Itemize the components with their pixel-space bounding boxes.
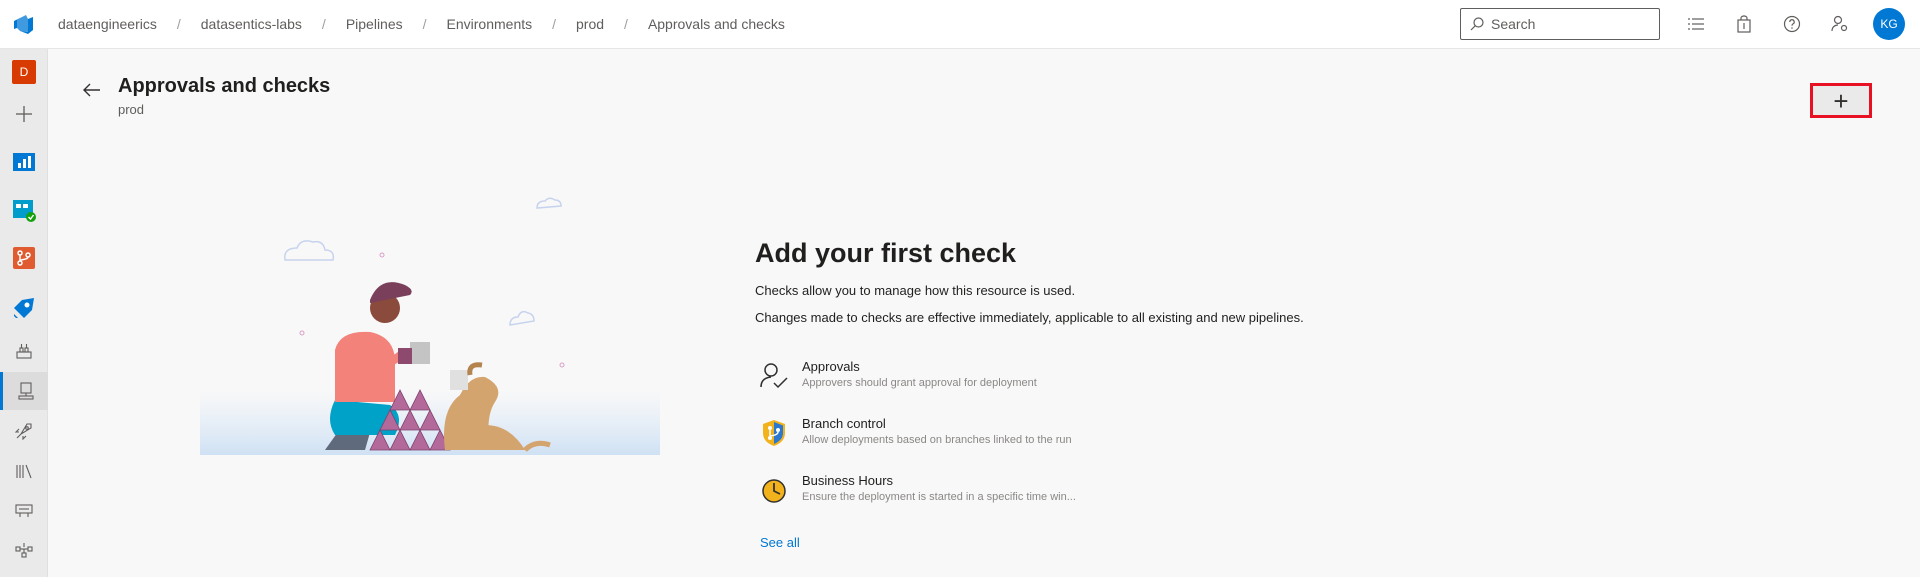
page-title: Approvals and checks <box>118 75 331 97</box>
check-name: Business Hours <box>802 473 894 488</box>
left-navigation-rail: D <box>0 49 48 577</box>
top-bar: dataengineerics / datasentics-labs / Pip… <box>0 0 1920 49</box>
breadcrumb-environments[interactable]: Environments <box>437 16 543 32</box>
user-settings-icon[interactable] <box>1828 12 1852 36</box>
search-box[interactable] <box>1460 8 1660 40</box>
releases-rocket-icon[interactable] <box>0 412 48 450</box>
empty-state-note: Changes made to checks are effective imm… <box>755 310 1304 325</box>
check-option-branch-control[interactable]: Branch control Allow deployments based o… <box>755 414 1135 454</box>
empty-state-title: Add your first check <box>755 238 1017 268</box>
marketplace-bag-icon[interactable] <box>1732 12 1756 36</box>
page-subtitle: prod <box>118 102 145 117</box>
breadcrumb-pipelines[interactable]: Pipelines <box>336 16 413 32</box>
breadcrumb-organization[interactable]: dataengineerics <box>48 16 167 32</box>
project-switcher[interactable]: D <box>0 53 48 91</box>
help-icon[interactable] <box>1780 12 1804 36</box>
environments-icon[interactable] <box>0 372 48 410</box>
breadcrumb-separator: / <box>321 16 326 32</box>
breadcrumb-current-page[interactable]: Approvals and checks <box>638 16 795 32</box>
see-all-link[interactable]: See all <box>760 535 800 550</box>
empty-state-illustration <box>200 197 660 455</box>
plus-icon: + <box>1833 85 1849 116</box>
empty-state-description: Checks allow you to manage how this reso… <box>755 283 1076 298</box>
task-groups-icon[interactable] <box>0 492 48 530</box>
check-description: Approvers should grant approval for depl… <box>802 377 1037 389</box>
breadcrumb-project[interactable]: datasentics-labs <box>191 16 312 32</box>
boards-icon[interactable] <box>0 191 48 229</box>
check-option-approvals[interactable]: Approvals Approvers should grant approva… <box>755 357 1135 397</box>
breadcrumb-separator: / <box>422 16 427 32</box>
pipelines-subnav-icon[interactable] <box>0 332 48 370</box>
check-description: Allow deployments based on branches link… <box>802 434 1072 446</box>
breadcrumb-separator: / <box>552 16 557 32</box>
deployment-groups-icon[interactable] <box>0 532 48 570</box>
check-name: Branch control <box>802 416 886 431</box>
user-avatar[interactable]: KG <box>1873 8 1905 40</box>
business-hours-icon <box>759 475 789 505</box>
overview-icon[interactable] <box>0 143 48 181</box>
task-list-icon[interactable] <box>1684 12 1708 36</box>
project-badge: D <box>12 60 36 84</box>
repos-icon[interactable] <box>0 239 48 277</box>
check-option-business-hours[interactable]: Business Hours Ensure the deployment is … <box>755 471 1135 511</box>
library-icon[interactable] <box>0 452 48 490</box>
breadcrumb-separator: / <box>624 16 628 32</box>
breadcrumb: dataengineerics / datasentics-labs / Pip… <box>48 16 795 32</box>
new-item-plus-icon[interactable] <box>0 95 48 133</box>
add-check-button[interactable]: + <box>1810 83 1872 118</box>
search-input[interactable] <box>1491 16 1651 32</box>
breadcrumb-environment[interactable]: prod <box>566 16 614 32</box>
approvals-icon <box>759 361 789 391</box>
check-description: Ensure the deployment is started in a sp… <box>802 491 1076 503</box>
search-icon <box>1469 16 1485 32</box>
pipelines-icon[interactable] <box>0 289 48 327</box>
azure-devops-logo-icon[interactable] <box>0 0 48 49</box>
branch-control-icon <box>759 418 789 448</box>
back-arrow-icon[interactable] <box>80 78 104 102</box>
breadcrumb-separator: / <box>176 16 181 32</box>
check-name: Approvals <box>802 359 860 374</box>
